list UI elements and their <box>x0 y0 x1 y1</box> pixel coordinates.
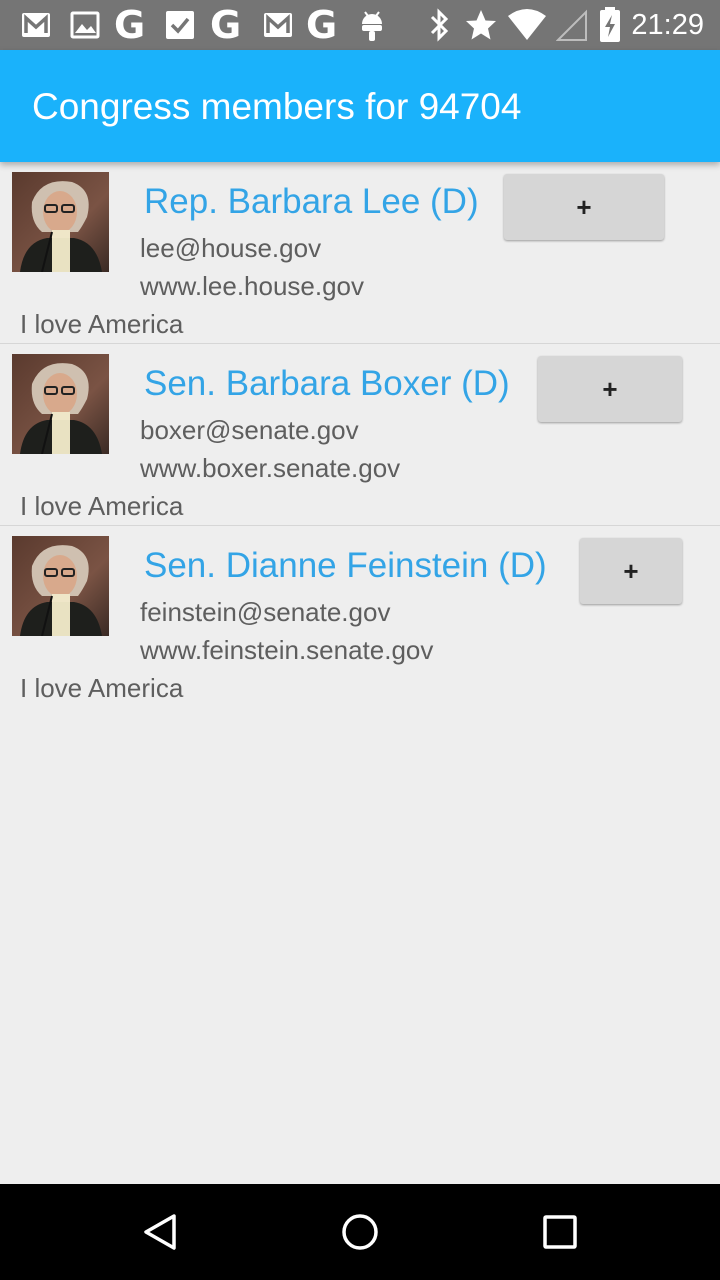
gmail-icon <box>22 13 50 37</box>
member-motto: I love America <box>20 491 184 521</box>
google-icon: G <box>210 3 242 47</box>
signal-icon <box>556 9 587 41</box>
list-item[interactable]: Sen. Barbara Boxer (D) boxer@senate.gov … <box>0 344 720 526</box>
add-member-button[interactable]: + <box>538 356 682 422</box>
member-email[interactable]: feinstein@senate.gov <box>140 596 390 628</box>
list-item[interactable]: Rep. Barbara Lee (D) lee@house.gov www.l… <box>0 162 720 344</box>
member-list: Rep. Barbara Lee (D) lee@house.gov www.l… <box>0 162 720 708</box>
page-title: Congress members for 94704 <box>32 86 522 127</box>
star-icon <box>466 10 496 40</box>
member-email[interactable]: lee@house.gov <box>140 232 321 264</box>
google-icon: G <box>114 3 146 47</box>
add-member-button[interactable]: + <box>504 174 664 240</box>
gmail-icon <box>264 13 292 37</box>
wifi-icon <box>508 9 546 40</box>
app-bar: Congress members for 94704 <box>0 50 720 162</box>
member-website[interactable]: www.boxer.senate.gov <box>140 452 400 484</box>
status-time: 21:29 <box>631 9 704 41</box>
member-website[interactable]: www.feinstein.senate.gov <box>140 634 433 666</box>
recents-icon[interactable] <box>542 1212 578 1252</box>
google-icon: G <box>306 3 338 47</box>
home-icon[interactable] <box>340 1212 380 1252</box>
member-name[interactable]: Sen. Dianne Feinstein (D) <box>144 544 547 588</box>
member-name[interactable]: Sen. Barbara Boxer (D) <box>144 362 510 406</box>
member-website[interactable]: www.lee.house.gov <box>140 270 364 302</box>
android-icon <box>362 11 382 41</box>
member-photo <box>12 172 109 272</box>
navigation-bar <box>0 1184 720 1280</box>
list-item[interactable]: Sen. Dianne Feinstein (D) feinstein@sena… <box>0 526 720 708</box>
member-email[interactable]: boxer@senate.gov <box>140 414 359 446</box>
status-bar: G G G 21:29 <box>0 0 720 50</box>
member-motto: I love America <box>20 309 184 339</box>
checkbox-icon <box>166 11 194 39</box>
member-photo <box>12 354 109 454</box>
image-icon <box>70 11 100 39</box>
member-name[interactable]: Rep. Barbara Lee (D) <box>144 180 479 224</box>
member-motto: I love America <box>20 673 184 703</box>
member-photo <box>12 536 109 636</box>
add-member-button[interactable]: + <box>580 538 682 604</box>
back-icon[interactable] <box>140 1212 180 1252</box>
battery-charging-icon <box>600 7 620 42</box>
bluetooth-icon <box>430 8 449 42</box>
